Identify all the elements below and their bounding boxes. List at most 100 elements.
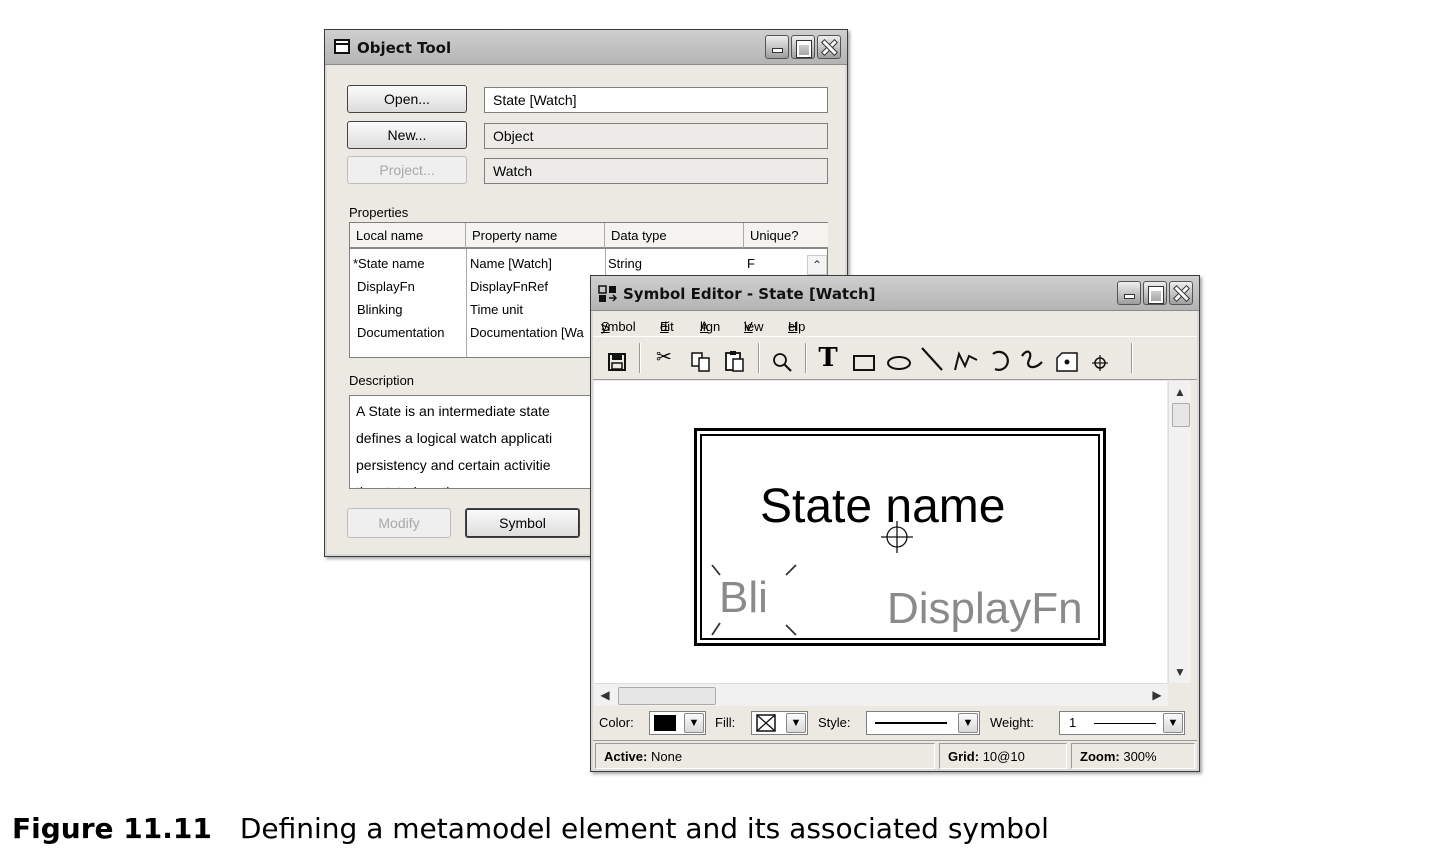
polyline-tool-icon[interactable] (953, 347, 979, 373)
figure-caption: Figure 11.11 Defining a metamodel element… (12, 812, 1049, 845)
grid-status[interactable]: Grid: 10@10 (939, 743, 1067, 769)
style-dropdown[interactable]: ▼ (866, 711, 980, 735)
toolbar-separator (758, 343, 760, 373)
chevron-down-icon[interactable]: ▼ (786, 713, 806, 733)
table-cell[interactable]: String (608, 256, 642, 271)
zoom-status[interactable]: Zoom: 300% (1071, 743, 1195, 769)
text-tool-icon[interactable]: T (816, 345, 840, 371)
fill-dropdown[interactable]: ▼ (751, 711, 808, 735)
column-divider (466, 249, 467, 357)
options-bar: Color: ▼ Fill: ▼ Style: ▼ Weight: 1 ▼ (593, 707, 1197, 739)
minimize-icon[interactable] (1117, 281, 1141, 305)
column-header[interactable]: Property name (466, 223, 605, 249)
ellipse-tool-icon[interactable] (886, 350, 912, 376)
scroll-up-icon[interactable]: ▲ (1171, 383, 1189, 401)
open-value-field[interactable]: State [Watch] (484, 87, 828, 113)
type-field: Object (484, 123, 828, 149)
window-app-icon (334, 39, 350, 54)
no-fill-icon (756, 714, 776, 732)
table-cell[interactable]: F (747, 256, 755, 271)
table-cell[interactable]: Documentation (357, 325, 444, 340)
button-tool-icon[interactable] (1055, 349, 1079, 375)
zoom-value: 300% (1123, 749, 1157, 764)
zoom-icon[interactable] (771, 349, 793, 375)
toolbar-separator (1131, 343, 1133, 373)
chevron-down-icon[interactable]: ▼ (1163, 713, 1183, 733)
minimize-icon[interactable] (765, 35, 789, 59)
table-cell[interactable]: Blinking (357, 302, 403, 317)
drawing-canvas[interactable]: State name Bli DisplayFn (594, 381, 1167, 683)
curve-tool-icon[interactable] (1019, 347, 1045, 373)
table-cell[interactable]: Documentation [Wa (470, 325, 610, 340)
scroll-thumb[interactable] (618, 687, 716, 705)
open-button[interactable]: Open... (347, 85, 467, 113)
displayfn-text[interactable]: DisplayFn (887, 584, 1083, 634)
table-cell[interactable]: DisplayFn (357, 279, 415, 294)
description-label: Description (349, 373, 415, 388)
new-button[interactable]: New... (347, 121, 467, 149)
horizontal-scrollbar[interactable]: ◀ ▶ (594, 683, 1168, 706)
arc-tool-icon[interactable] (989, 348, 1011, 374)
scroll-thumb[interactable] (1172, 403, 1190, 427)
cut-icon[interactable]: ✂ (653, 345, 675, 371)
figure-number: Figure 11.11 (12, 812, 212, 845)
chevron-down-icon[interactable]: ▼ (958, 713, 978, 733)
color-swatch (654, 715, 676, 731)
line-tool-icon[interactable] (920, 346, 944, 372)
table-cell[interactable]: Time unit (470, 302, 523, 317)
table-cell[interactable]: Name [Watch] (470, 256, 602, 271)
project-field: Watch (484, 158, 828, 184)
table-cell[interactable]: *State name (353, 256, 463, 271)
table-cell[interactable]: DisplayFnRef (470, 279, 548, 294)
toolbar-separator (805, 343, 807, 373)
line-style-sample (875, 722, 947, 724)
window-title: Symbol Editor - State [Watch] (623, 285, 876, 303)
active-value: None (650, 749, 683, 764)
toolbar-separator (639, 343, 641, 373)
column-header[interactable]: Unique? (744, 223, 828, 249)
column-header[interactable]: Data type (605, 223, 744, 249)
copy-icon[interactable] (690, 349, 712, 375)
blink-rays-icon (711, 564, 797, 636)
scroll-right-icon[interactable]: ▶ (1148, 686, 1166, 704)
modify-button[interactable]: Modify (347, 508, 451, 538)
properties-label: Properties (349, 205, 409, 220)
project-button[interactable]: Project... (347, 156, 467, 184)
chevron-down-icon[interactable]: ▼ (684, 713, 704, 733)
grid-label: Grid: (948, 749, 980, 764)
object-tool-titlebar[interactable]: Object Tool (325, 30, 847, 65)
symbol-editor-titlebar[interactable]: Symbol Editor - State [Watch] (591, 276, 1199, 311)
close-icon[interactable] (1169, 281, 1193, 305)
scroll-up-icon[interactable]: ⌃ (807, 255, 827, 275)
close-icon[interactable] (817, 35, 841, 59)
figure-caption-text: Defining a metamodel element and its ass… (239, 812, 1049, 845)
status-bar: Active: None Grid: 10@10 Zoom: 300% (593, 740, 1197, 771)
color-label: Color: (599, 715, 634, 730)
line-weight-sample (1094, 723, 1156, 724)
save-icon[interactable] (607, 349, 627, 375)
zoom-label: Zoom: (1080, 749, 1120, 764)
symbol-editor-app-icon (598, 285, 618, 302)
maximize-icon[interactable] (1143, 281, 1167, 305)
scroll-down-icon[interactable]: ▼ (1171, 663, 1189, 681)
fill-label: Fill: (715, 715, 736, 730)
maximize-icon[interactable] (791, 35, 815, 59)
style-label: Style: (818, 715, 851, 730)
weight-label: Weight: (990, 715, 1034, 730)
menu-bar: Symbol Edit Align View Help (601, 319, 806, 334)
color-dropdown[interactable]: ▼ (649, 711, 706, 735)
symbol-editor-window: Symbol Editor - State [Watch] Symbol Edi… (590, 275, 1200, 772)
scroll-left-icon[interactable]: ◀ (596, 686, 614, 704)
paste-icon[interactable] (724, 348, 746, 374)
vertical-scrollbar[interactable]: ▲ ▼ (1168, 381, 1191, 683)
column-header[interactable]: Local name (350, 223, 466, 249)
connection-point-icon[interactable] (1090, 350, 1110, 376)
weight-dropdown[interactable]: 1 ▼ (1059, 711, 1185, 735)
rectangle-tool-icon[interactable] (852, 350, 876, 376)
toolbar: ✂ T (593, 336, 1197, 380)
active-status: Active: None (595, 743, 935, 769)
active-label: Active: (604, 749, 648, 764)
weight-value: 1 (1069, 715, 1077, 730)
symbol-button[interactable]: Symbol (465, 508, 580, 538)
window-title: Object Tool (357, 39, 452, 57)
